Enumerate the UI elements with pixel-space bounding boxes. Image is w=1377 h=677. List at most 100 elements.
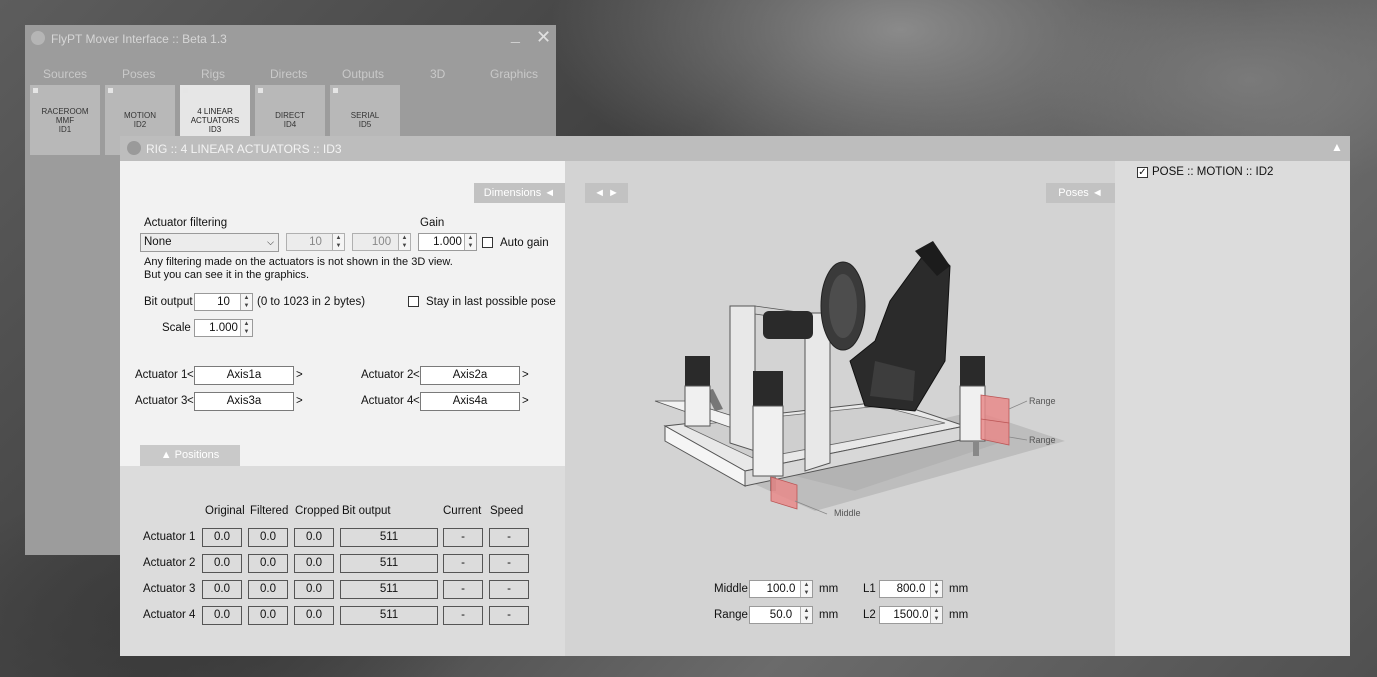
- prev-axis-4-icon[interactable]: <: [413, 395, 420, 407]
- card-line3: ID3: [208, 124, 222, 134]
- callout-middle: Middle: [834, 508, 861, 518]
- rig-window-title: RIG :: 4 LINEAR ACTUATORS :: ID3: [146, 142, 342, 156]
- current-cell: -: [443, 554, 483, 573]
- range-input[interactable]: 50.0 ▲ ▼: [749, 606, 813, 624]
- actuator-filtering-label: Actuator filtering: [144, 217, 228, 229]
- bit-output-cell: 511: [340, 580, 438, 599]
- prev-axis-3-icon[interactable]: <: [187, 395, 194, 407]
- col-current: Current: [443, 505, 482, 517]
- spinner-arrows-icon[interactable]: ▲ ▼: [930, 581, 942, 597]
- back-window-title: FlyPT Mover Interface :: Beta 1.3: [51, 32, 227, 46]
- filter-param2-value: 100: [371, 236, 392, 248]
- positions-tab[interactable]: ▲ Positions: [140, 445, 240, 466]
- minimize-icon[interactable]: _: [511, 27, 520, 45]
- card-line1: RACEROOM: [41, 106, 89, 116]
- scale-input[interactable]: 1.000 ▲ ▼: [194, 319, 253, 337]
- spinner-arrows-icon[interactable]: ▲ ▼: [332, 234, 344, 250]
- poses-tab[interactable]: Poses ◄: [1046, 183, 1115, 203]
- row-label: Actuator 1: [143, 531, 196, 543]
- tab-sources[interactable]: Sources: [43, 67, 87, 81]
- l1-input[interactable]: 800.0 ▲ ▼: [879, 580, 943, 598]
- stay-last-pose-checkbox[interactable]: [408, 296, 419, 307]
- card-line1: DIRECT: [275, 111, 305, 120]
- l2-input[interactable]: 1500.0 ▲ ▼: [879, 606, 943, 624]
- actuator-1-axis[interactable]: Axis1a: [194, 366, 294, 385]
- tab-rigs[interactable]: Rigs: [201, 67, 225, 81]
- card-line2: ID4: [283, 120, 297, 129]
- gain-input[interactable]: 1.000 ▲ ▼: [418, 233, 477, 251]
- spinner-arrows-icon[interactable]: ▲ ▼: [800, 581, 812, 597]
- gain-value: 1.000: [433, 236, 462, 248]
- next-axis-1-icon[interactable]: >: [296, 369, 303, 381]
- actuator-4-axis[interactable]: Axis4a: [420, 392, 520, 411]
- filter-param2-input[interactable]: 100 ▲ ▼: [352, 233, 411, 251]
- filter-param1-input[interactable]: 10 ▲ ▼: [286, 233, 345, 251]
- rig-logo-icon: [127, 141, 141, 155]
- filtered-cell: 0.0: [248, 606, 288, 625]
- tab-3d[interactable]: 3D: [430, 67, 445, 81]
- next-axis-4-icon[interactable]: >: [522, 395, 529, 407]
- filtered-cell: 0.0: [248, 528, 288, 547]
- spinner-arrows-icon[interactable]: ▲ ▼: [930, 607, 942, 623]
- next-axis-2-icon[interactable]: >: [522, 369, 529, 381]
- tab-outputs[interactable]: Outputs: [342, 67, 384, 81]
- original-cell: 0.0: [202, 580, 242, 599]
- next-axis-3-icon[interactable]: >: [296, 395, 303, 407]
- diagram-nav-arrows[interactable]: ◄ ►: [585, 183, 628, 203]
- actuator-2-axis[interactable]: Axis2a: [420, 366, 520, 385]
- rig-titlebar: RIG :: 4 LINEAR ACTUATORS :: ID3 ▲: [120, 136, 1350, 161]
- col-filtered: Filtered: [250, 505, 289, 517]
- auto-gain-checkbox[interactable]: [482, 237, 493, 248]
- prev-axis-1-icon[interactable]: <: [187, 369, 194, 381]
- tab-poses[interactable]: Poses: [122, 67, 155, 81]
- filtered-cell: 0.0: [248, 554, 288, 573]
- actuator-2-label: Actuator 2: [361, 369, 414, 381]
- card-line2: MMF: [55, 115, 75, 125]
- card-status-dot: [258, 88, 263, 93]
- range-unit: mm: [819, 609, 839, 621]
- middle-value: 100.0: [766, 583, 796, 595]
- positions-panel: Original Filtered Cropped Bit output Cur…: [120, 466, 565, 656]
- l1-unit: mm: [949, 583, 969, 595]
- range-label: Range: [714, 609, 748, 621]
- collapse-icon[interactable]: ▲: [1331, 140, 1343, 154]
- rig-3d-diagram: [654, 241, 1065, 515]
- spinner-arrows-icon[interactable]: ▲ ▼: [240, 320, 252, 336]
- range-value: 50.0: [769, 609, 793, 621]
- spinner-arrows-icon[interactable]: ▲ ▼: [398, 234, 410, 250]
- card-line1: SERIAL: [350, 111, 380, 120]
- current-cell: -: [443, 580, 483, 599]
- app-logo-icon: [31, 31, 45, 45]
- filtering-select[interactable]: None ⌵: [140, 233, 279, 252]
- l2-unit: mm: [949, 609, 969, 621]
- speed-cell: -: [489, 554, 529, 573]
- tab-directs[interactable]: Directs: [270, 67, 307, 81]
- card-status-dot: [108, 88, 113, 93]
- actuator-4-label: Actuator 4: [361, 395, 414, 407]
- spinner-arrows-icon[interactable]: ▲ ▼: [240, 294, 252, 310]
- prev-axis-2-icon[interactable]: <: [413, 369, 420, 381]
- bit-output-hint: (0 to 1023 in 2 bytes): [257, 296, 366, 308]
- col-bit-output: Bit output: [342, 505, 391, 517]
- pose-checkbox[interactable]: ✓: [1137, 167, 1148, 178]
- actuator-3-axis[interactable]: Axis3a: [194, 392, 294, 411]
- card-line2: ACTUATORS: [190, 115, 240, 125]
- l2-value: 1500.0: [893, 609, 929, 621]
- pose-panel: ✓ POSE :: MOTION :: ID2: [1115, 161, 1350, 656]
- tab-graphics[interactable]: Graphics: [490, 67, 538, 81]
- middle-input[interactable]: 100.0 ▲ ▼: [749, 580, 813, 598]
- l2-label: L2: [863, 609, 876, 621]
- rig-window: RIG :: 4 LINEAR ACTUATORS :: ID3 ▲ Dimen…: [120, 136, 1350, 656]
- bit-output-input[interactable]: 10 ▲ ▼: [194, 293, 253, 311]
- cropped-cell: 0.0: [294, 580, 334, 599]
- spinner-arrows-icon[interactable]: ▲ ▼: [464, 234, 476, 250]
- close-icon[interactable]: ✕: [536, 27, 551, 48]
- l1-label: L1: [863, 583, 876, 595]
- card-raceroom[interactable]: RACEROOM MMF ID1: [30, 85, 100, 155]
- spinner-arrows-icon[interactable]: ▲ ▼: [800, 607, 812, 623]
- l1-value: 800.0: [896, 583, 926, 595]
- filtering-note-line2: But you can see it in the graphics.: [144, 269, 310, 281]
- dimensions-tab[interactable]: Dimensions ◄: [474, 183, 565, 203]
- pose-label: POSE :: MOTION :: ID2: [1152, 166, 1274, 178]
- original-cell: 0.0: [202, 528, 242, 547]
